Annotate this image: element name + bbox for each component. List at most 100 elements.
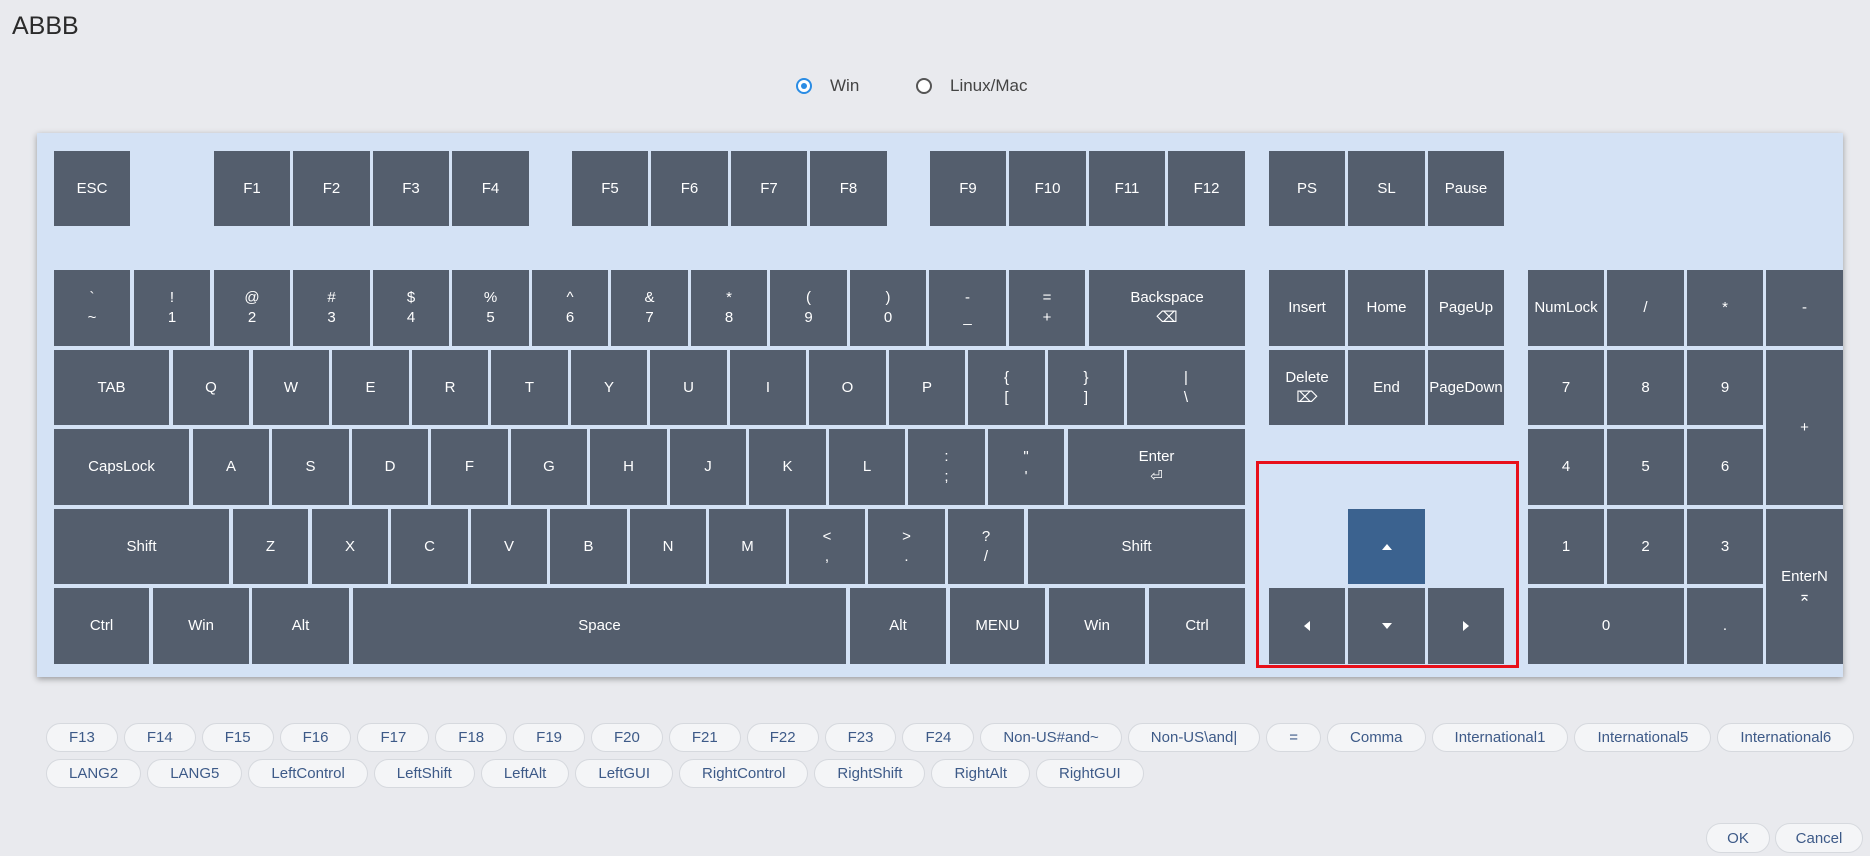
key-w[interactable]: W bbox=[253, 350, 329, 425]
key-kp-minus[interactable]: - bbox=[1766, 270, 1843, 346]
key-p[interactable]: P bbox=[889, 350, 965, 425]
key-arrow-right[interactable] bbox=[1428, 588, 1504, 664]
chip-non-us-backslash[interactable]: Non-US\and| bbox=[1127, 723, 1261, 752]
key-u[interactable]: U bbox=[650, 350, 727, 425]
key-i[interactable]: I bbox=[730, 350, 806, 425]
key-pageup[interactable]: PageUp bbox=[1428, 270, 1504, 346]
key-kp-plus[interactable]: + bbox=[1766, 350, 1843, 505]
cancel-button[interactable]: Cancel bbox=[1775, 823, 1863, 853]
key-capslock[interactable]: CapsLock bbox=[54, 429, 189, 505]
chip-f19[interactable]: F19 bbox=[513, 723, 586, 752]
chip-equal[interactable]: = bbox=[1266, 723, 1322, 752]
key-semicolon[interactable]: :; bbox=[908, 429, 985, 505]
key-lwin[interactable]: Win bbox=[153, 588, 249, 664]
key-q[interactable]: Q bbox=[173, 350, 249, 425]
key-s[interactable]: S bbox=[272, 429, 349, 505]
chip-comma[interactable]: Comma bbox=[1327, 723, 1426, 752]
chip-f17[interactable]: F17 bbox=[357, 723, 430, 752]
key-f6[interactable]: F6 bbox=[651, 151, 728, 226]
key-comma[interactable]: <, bbox=[789, 509, 865, 584]
key-f8[interactable]: F8 bbox=[810, 151, 887, 226]
key-numlock[interactable]: NumLock bbox=[1528, 270, 1604, 346]
chip-f20[interactable]: F20 bbox=[591, 723, 663, 752]
chip-f22[interactable]: F22 bbox=[746, 723, 819, 752]
key-ralt[interactable]: Alt bbox=[850, 588, 946, 664]
key-m[interactable]: M bbox=[709, 509, 786, 584]
key-rbracket[interactable]: }] bbox=[1048, 350, 1124, 425]
key-9[interactable]: (9 bbox=[770, 270, 847, 346]
key-equal[interactable]: = + bbox=[1009, 270, 1085, 346]
key-kp-2[interactable]: 2 bbox=[1607, 509, 1684, 584]
key-k[interactable]: K bbox=[749, 429, 826, 505]
chip-left-gui[interactable]: LeftGUI bbox=[575, 759, 674, 788]
key-3[interactable]: #3 bbox=[293, 270, 370, 346]
key-esc[interactable]: ESC bbox=[54, 151, 130, 226]
key-lalt[interactable]: Alt bbox=[252, 588, 349, 664]
key-kp-7[interactable]: 7 bbox=[1528, 350, 1604, 425]
key-backslash[interactable]: | \ bbox=[1127, 350, 1245, 425]
key-l[interactable]: L bbox=[829, 429, 905, 505]
key-x[interactable]: X bbox=[312, 509, 388, 584]
key-end[interactable]: End bbox=[1348, 350, 1425, 425]
key-8[interactable]: * 8 bbox=[691, 270, 767, 346]
chip-right-gui[interactable]: RightGUI bbox=[1036, 759, 1144, 788]
key-kp-star[interactable]: * bbox=[1687, 270, 1763, 346]
key-delete[interactable]: Delete ⌦ bbox=[1269, 350, 1345, 425]
key-f12[interactable]: F12 bbox=[1168, 151, 1245, 226]
key-n[interactable]: N bbox=[630, 509, 706, 584]
chip-f15[interactable]: F15 bbox=[201, 723, 274, 752]
key-5[interactable]: % 5 bbox=[452, 270, 529, 346]
key-f3[interactable]: F3 bbox=[373, 151, 449, 226]
key-enter[interactable]: Enter ⏎ bbox=[1068, 429, 1245, 505]
key-sl[interactable]: SL bbox=[1348, 151, 1425, 226]
key-t[interactable]: T bbox=[491, 350, 568, 425]
key-arrow-up[interactable] bbox=[1348, 509, 1425, 584]
key-quote[interactable]: " ' bbox=[988, 429, 1064, 505]
key-kp-9[interactable]: 9 bbox=[1687, 350, 1763, 425]
key-rctrl[interactable]: Ctrl bbox=[1149, 588, 1245, 664]
key-y[interactable]: Y bbox=[571, 350, 647, 425]
key-6[interactable]: ^ 6 bbox=[532, 270, 608, 346]
key-space[interactable]: Space bbox=[353, 588, 846, 664]
chip-international5[interactable]: International5 bbox=[1574, 723, 1712, 752]
key-f7[interactable]: F7 bbox=[731, 151, 807, 226]
radio-linux-mac-indicator[interactable] bbox=[916, 78, 932, 94]
key-kp-enter[interactable]: EnterN ⌅ bbox=[1766, 509, 1843, 664]
key-f2[interactable]: F2 bbox=[293, 151, 370, 226]
chip-non-us-hash[interactable]: Non-US#and~ bbox=[980, 723, 1122, 752]
key-pagedown[interactable]: PageDown bbox=[1428, 350, 1504, 425]
key-kp-5[interactable]: 5 bbox=[1607, 429, 1684, 505]
key-kp-4[interactable]: 4 bbox=[1528, 429, 1604, 505]
chip-right-control[interactable]: RightControl bbox=[679, 759, 809, 788]
key-backspace[interactable]: Backspace ⌫ bbox=[1089, 270, 1245, 346]
key-pause[interactable]: Pause bbox=[1428, 151, 1504, 226]
key-4[interactable]: $4 bbox=[373, 270, 449, 346]
key-lshift[interactable]: Shift bbox=[54, 509, 229, 584]
key-1[interactable]: ! 1 bbox=[134, 270, 210, 346]
key-g[interactable]: G bbox=[511, 429, 587, 505]
key-v[interactable]: V bbox=[471, 509, 547, 584]
key-0[interactable]: ) 0 bbox=[850, 270, 926, 346]
key-home[interactable]: Home bbox=[1348, 270, 1425, 346]
radio-win[interactable]: Win bbox=[796, 72, 859, 100]
key-f4[interactable]: F4 bbox=[452, 151, 529, 226]
key-slash[interactable]: ? / bbox=[948, 509, 1024, 584]
key-kp-0[interactable]: 0 bbox=[1528, 588, 1684, 664]
key-j[interactable]: J bbox=[670, 429, 746, 505]
key-rshift[interactable]: Shift bbox=[1028, 509, 1245, 584]
key-a[interactable]: A bbox=[193, 429, 269, 505]
key-f5[interactable]: F5 bbox=[572, 151, 648, 226]
key-period[interactable]: >. bbox=[868, 509, 945, 584]
key-kp-slash[interactable]: / bbox=[1607, 270, 1684, 346]
key-ps[interactable]: PS bbox=[1269, 151, 1345, 226]
key-kp-6[interactable]: 6 bbox=[1687, 429, 1763, 505]
key-f[interactable]: F bbox=[431, 429, 508, 505]
key-lbracket[interactable]: {[ bbox=[968, 350, 1045, 425]
key-d[interactable]: D bbox=[352, 429, 428, 505]
key-f11[interactable]: F11 bbox=[1089, 151, 1165, 226]
key-2[interactable]: @2 bbox=[214, 270, 290, 346]
key-kp-3[interactable]: 3 bbox=[1687, 509, 1763, 584]
key-z[interactable]: Z bbox=[233, 509, 308, 584]
chip-right-alt[interactable]: RightAlt bbox=[931, 759, 1030, 788]
key-kp-dot[interactable]: . bbox=[1687, 588, 1763, 664]
